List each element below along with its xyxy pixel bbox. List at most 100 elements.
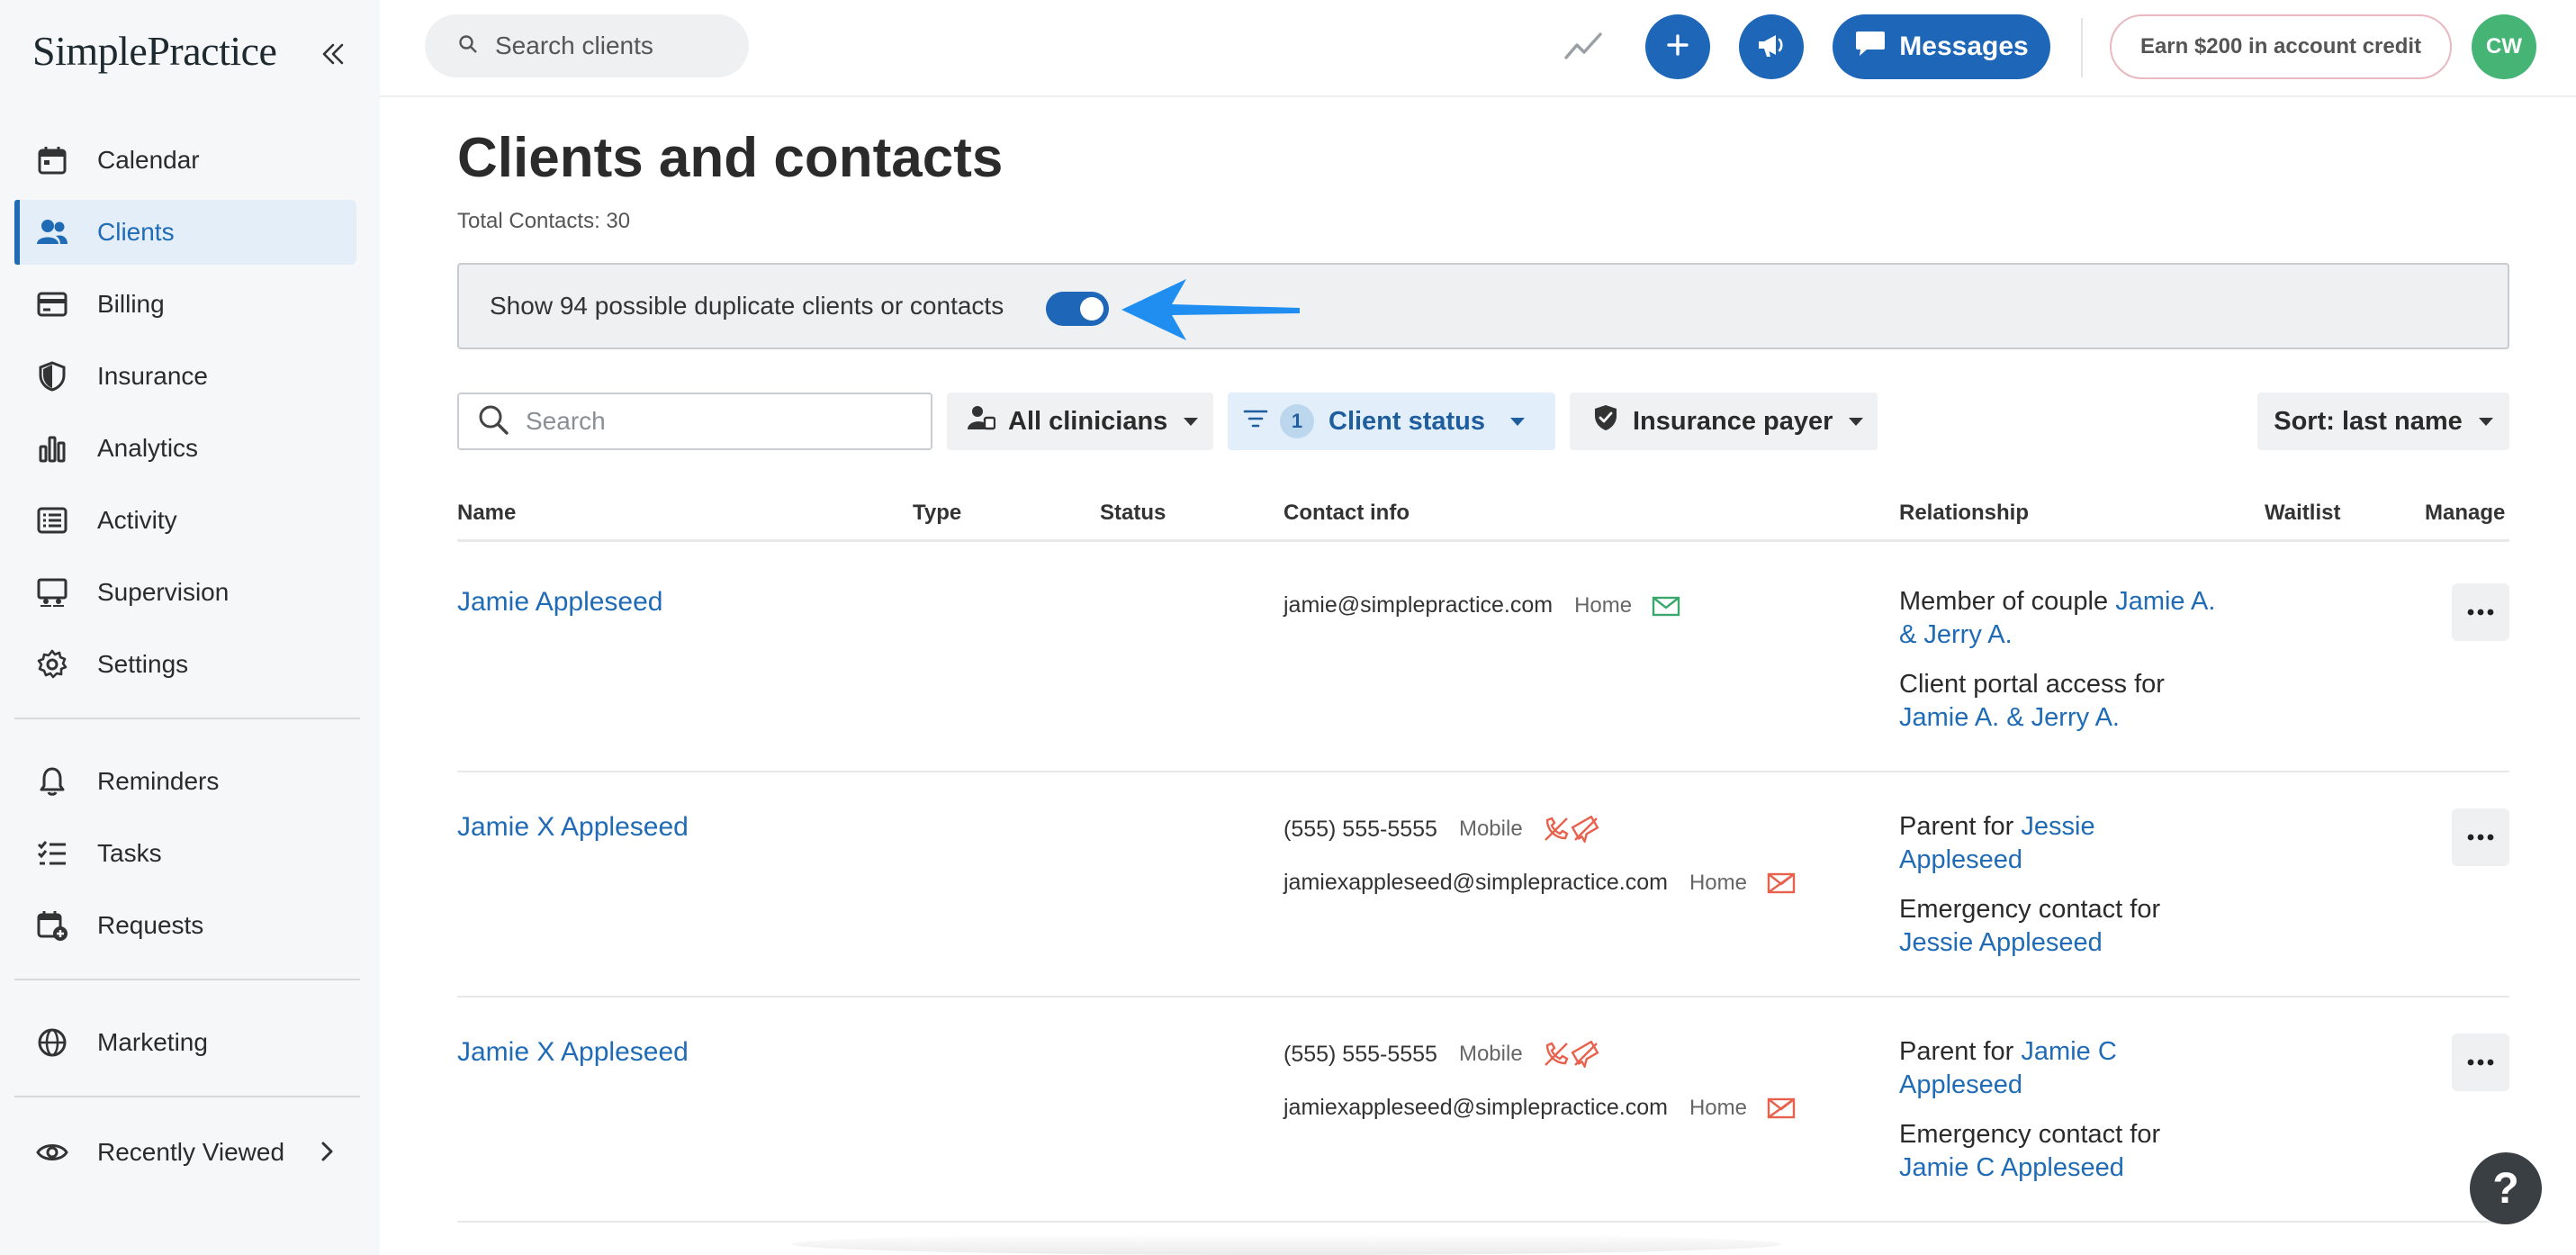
add-button[interactable]: [1645, 14, 1710, 79]
calendar-plus-icon: [34, 907, 70, 944]
column-header-name[interactable]: Name: [457, 501, 516, 526]
sidebar-item-supervision[interactable]: Supervision: [14, 560, 356, 625]
sidebar-item-reminders[interactable]: Reminders: [14, 749, 356, 814]
relationship-text: Member of couple: [1899, 587, 2109, 616]
relationship-entry: Member of couple Jamie A. & Jerry A.: [1899, 585, 2223, 652]
column-header-contact-info: Contact info: [1283, 501, 1410, 525]
relationship-entry: Emergency contact for Jamie C Appleseed: [1899, 1118, 2223, 1185]
sidebar-item-clients[interactable]: Clients: [14, 200, 356, 265]
messages-label: Messages: [1899, 32, 2029, 61]
arrow-pointer-icon: [1114, 274, 1303, 350]
earn-credit-button[interactable]: Earn $200 in account credit: [2110, 14, 2452, 79]
sidebar-item-label: Settings: [97, 650, 189, 678]
table-row: Jamie X Appleseed (555) 555-5555 Mobile …: [457, 998, 2509, 1223]
supervision-icon: [34, 574, 70, 610]
sidebar-item-tasks[interactable]: Tasks: [14, 821, 356, 886]
client-search-input[interactable]: Search clients: [425, 14, 749, 77]
column-header-status: Status: [1100, 501, 1166, 525]
sort-label: Sort: last name: [2274, 406, 2463, 436]
globe-icon: [34, 1025, 70, 1061]
client-status-dropdown[interactable]: 1 Client status: [1228, 393, 1555, 450]
manage-menu-button[interactable]: [2452, 1034, 2509, 1091]
sidebar-item-recently-viewed[interactable]: Recently Viewed: [14, 1120, 356, 1185]
contact-value: jamie@simplepractice.com: [1283, 592, 1554, 618]
contact-tag: Home: [1574, 592, 1633, 618]
contact-value: jamiexappleseed@simplepractice.com: [1283, 1095, 1668, 1120]
topbar-divider: [2081, 18, 2083, 77]
contact-phone: (555) 555-5555 Mobile: [1283, 1041, 1600, 1068]
duplicate-toggle[interactable]: [1046, 292, 1109, 326]
collapse-sidebar-icon[interactable]: [315, 36, 351, 72]
trend-line-icon[interactable]: [1564, 27, 1604, 68]
no-email-icon: [1767, 1097, 1796, 1120]
relationship-cell: Parent for Jessie Appleseed Emergency co…: [1899, 810, 2223, 976]
filter-bar: Search All clinicians 1 Client status In…: [457, 393, 2509, 450]
client-name-link[interactable]: Jamie X Appleseed: [457, 812, 689, 843]
contact-email: jamiexappleseed@simplepractice.com Home: [1283, 1095, 1796, 1121]
total-contacts: Total Contacts: 30: [457, 209, 631, 233]
manage-menu-button[interactable]: [2452, 808, 2509, 866]
tasks-icon: [34, 835, 70, 871]
ellipsis-icon: [2467, 604, 2494, 620]
relationship-link[interactable]: Jamie A. & Jerry A.: [1899, 703, 2120, 732]
sidebar-item-label: Analytics: [97, 434, 199, 462]
messages-button[interactable]: Messages: [1833, 14, 2050, 79]
search-icon: [457, 33, 479, 59]
contact-tag: Mobile: [1458, 1042, 1523, 1066]
help-button[interactable]: ?: [2470, 1152, 2542, 1224]
avatar[interactable]: CW: [2472, 14, 2536, 79]
announcements-button[interactable]: [1739, 14, 1804, 79]
sidebar-divider: [14, 1096, 360, 1097]
eye-icon: [34, 1134, 70, 1170]
sidebar-item-insurance[interactable]: Insurance: [14, 344, 356, 409]
relationship-text: Emergency contact for: [1899, 895, 2161, 924]
contact-value: jamiexappleseed@simplepractice.com: [1283, 870, 1668, 895]
gear-icon: [34, 646, 70, 682]
manage-menu-button[interactable]: [2452, 583, 2509, 641]
sidebar-item-settings[interactable]: Settings: [14, 632, 356, 697]
contact-phone: (555) 555-5555 Mobile: [1283, 816, 1600, 843]
sidebar-item-requests[interactable]: Requests: [14, 893, 356, 958]
bell-icon: [34, 763, 70, 799]
sidebar-item-label: Activity: [97, 506, 177, 534]
top-bar: Search clients Messages Earn $200 in acc…: [380, 0, 2576, 97]
logo[interactable]: SimplePractice: [32, 27, 277, 75]
client-name-link[interactable]: Jamie X Appleseed: [457, 1037, 689, 1068]
calendar-icon: [34, 142, 70, 178]
relationship-entry: Parent for Jamie C Appleseed: [1899, 1035, 2223, 1102]
table-header: Name Type Status Contact info Relationsh…: [457, 493, 2509, 542]
shield-icon: [34, 358, 70, 394]
clinician-icon: [967, 404, 996, 438]
caret-down-icon: [2478, 417, 2493, 426]
sidebar-item-analytics[interactable]: Analytics: [14, 416, 356, 481]
chat-bubble-icon: [1854, 29, 1887, 65]
relationship-text: Parent for: [1899, 1037, 2014, 1066]
megaphone-icon: [1756, 31, 1787, 64]
page-title: Clients and contacts: [457, 127, 1004, 189]
sidebar-item-calendar[interactable]: Calendar: [14, 128, 356, 193]
caret-down-icon: [1184, 417, 1199, 426]
sort-dropdown[interactable]: Sort: last name: [2257, 393, 2509, 450]
relationship-link[interactable]: Jessie Appleseed: [1899, 928, 2103, 957]
list-icon: [34, 502, 70, 538]
ellipsis-icon: [2467, 1054, 2494, 1070]
bar-chart-icon: [34, 430, 70, 466]
filter-search-input[interactable]: Search: [457, 393, 932, 450]
insurance-payer-dropdown[interactable]: Insurance payer: [1570, 393, 1878, 450]
client-name-link[interactable]: Jamie Appleseed: [457, 587, 663, 618]
relationship-link[interactable]: Jamie C Appleseed: [1899, 1153, 2124, 1182]
sidebar-item-label: Tasks: [97, 839, 162, 867]
relationship-text: Parent for: [1899, 812, 2014, 841]
sidebar-item-activity[interactable]: Activity: [14, 488, 356, 553]
sidebar-item-label: Clients: [97, 218, 175, 246]
sidebar-item-marketing[interactable]: Marketing: [14, 1010, 356, 1075]
chevron-right-icon: [313, 1138, 340, 1169]
client-status-label: Client status: [1329, 406, 1486, 436]
shield-check-icon: [1593, 404, 1618, 438]
sidebar-item-billing[interactable]: Billing: [14, 272, 356, 337]
toggle-knob: [1080, 297, 1103, 321]
sidebar: SimplePractice Calendar Clients Billing …: [0, 0, 380, 1255]
relationship-text: Client portal access for: [1899, 670, 2165, 699]
clinicians-dropdown[interactable]: All clinicians: [947, 393, 1213, 450]
sidebar-item-label: Billing: [97, 290, 165, 318]
